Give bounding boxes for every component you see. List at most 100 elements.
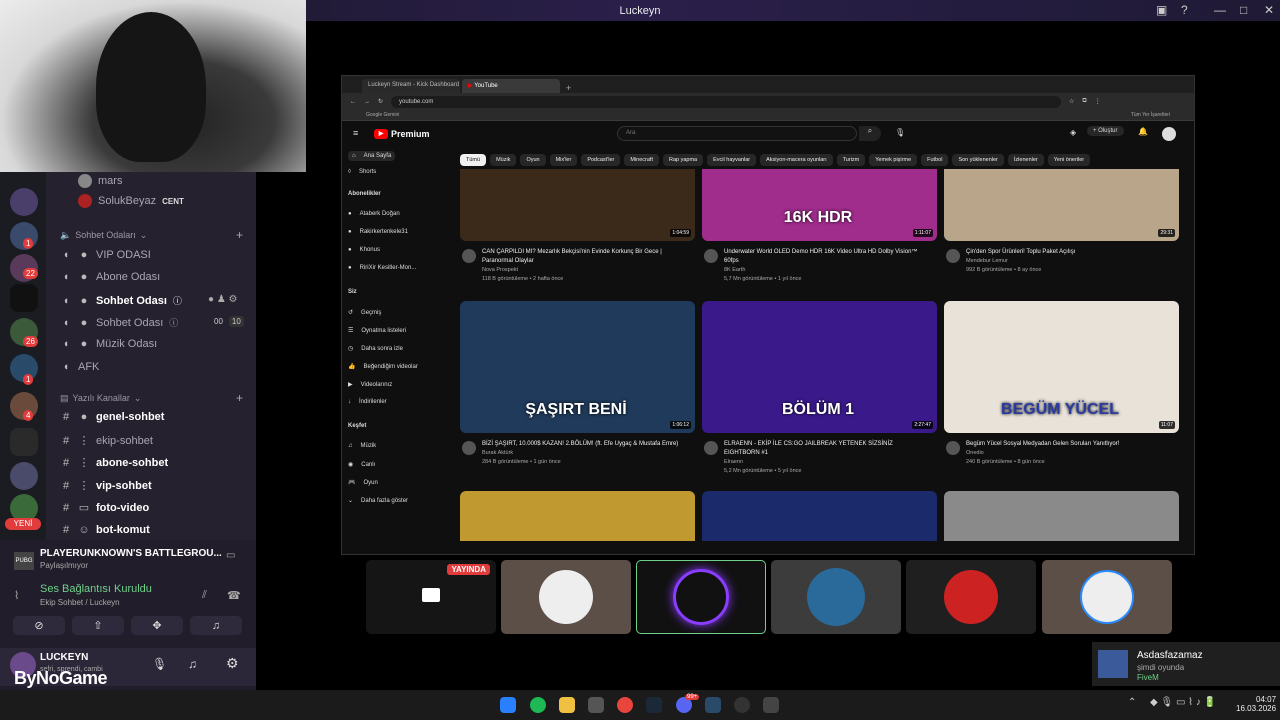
video-title[interactable]: Çin'den Spor Ürünleri! Toplu Paket Açılı…	[966, 248, 1171, 257]
voice-status-title[interactable]: Ses Bağlantısı Kuruldu	[40, 583, 152, 595]
sidebar-item[interactable]: ● Rakirkertenkele31	[348, 229, 408, 235]
video-title[interactable]: Underwater World OLED Demo HDR 16K Video…	[724, 248, 929, 266]
sidebar-item[interactable]: ↓ İndirilenler	[348, 399, 387, 405]
voice-user[interactable]: SolukBeyaz CENT	[78, 194, 184, 208]
disconnect-icon[interactable]: ☎	[227, 589, 241, 602]
sidebar-item[interactable]: ● Khonus	[348, 247, 380, 253]
server-icon[interactable]	[10, 284, 38, 312]
filter-chip[interactable]: Oyun	[520, 154, 546, 166]
search-button[interactable]: ⌕	[859, 126, 881, 141]
start-icon[interactable]	[500, 697, 516, 713]
bell-icon[interactable]: 🔔	[1138, 127, 1148, 136]
filter-chip[interactable]: Futbol	[921, 154, 949, 166]
soundboard-button[interactable]: ♫	[190, 616, 242, 635]
filter-chip[interactable]: Tümü	[460, 154, 487, 166]
sidebar-item[interactable]: ◷ Daha sonra izle	[348, 345, 403, 353]
url-field[interactable]: youtube.com	[391, 95, 1062, 108]
text-channel[interactable]: # ● genel-sohbet	[60, 411, 165, 423]
inbox-icon[interactable]: ▣	[1156, 3, 1167, 17]
headphones-icon[interactable]: ♫	[188, 657, 197, 671]
video-thumbnail[interactable]	[944, 491, 1179, 541]
server-icon[interactable]	[10, 428, 38, 456]
stream-tile[interactable]: YAYINDA	[366, 560, 496, 634]
chrome-icon[interactable]	[617, 697, 633, 713]
spotify-icon[interactable]	[530, 697, 546, 713]
filter-chip[interactable]: Turizm	[836, 154, 866, 166]
maximize-button[interactable]: □	[1240, 3, 1247, 17]
bookmark-item[interactable]: Google Gemini	[366, 112, 399, 118]
filter-chip[interactable]: Yeni öneriler	[1047, 154, 1091, 166]
video-thumbnail[interactable]: 29:31	[944, 169, 1179, 241]
extensions-icon[interactable]: ⧉	[1082, 98, 1086, 105]
participant-tile[interactable]	[906, 560, 1036, 634]
app-icon[interactable]	[705, 697, 721, 713]
menu-icon[interactable]: ⋮	[1095, 98, 1101, 105]
video-thumbnail[interactable]: ŞAŞIRT BENİ 1:06:12	[460, 301, 695, 433]
tray-chevron-icon[interactable]: ⌃	[1128, 697, 1136, 708]
tray-icons[interactable]: ◆ 🎙 ▭ ⌇ ♪ 🔋	[1150, 697, 1216, 708]
create-button[interactable]: + Oluştur	[1087, 126, 1124, 136]
participant-tile[interactable]	[636, 560, 766, 634]
video-card[interactable]: BÖLÜM 1 2:27:47 ELRAENN - EKİP İLE CS:GO J…	[702, 301, 937, 476]
tab-youtube[interactable]: ▶ YouTube	[462, 79, 560, 93]
video-channel[interactable]: 8K Earth	[724, 266, 937, 275]
text-channel[interactable]: # ▭ foto-video	[60, 501, 149, 515]
video-thumbnail[interactable]	[460, 491, 695, 541]
microphone-icon[interactable]: 🎙	[895, 128, 905, 137]
back-icon[interactable]: ←	[350, 99, 356, 105]
video-card[interactable]	[460, 491, 695, 541]
avatar[interactable]	[1162, 127, 1176, 141]
all-bookmarks[interactable]: Tüm Yer İşaretleri	[1131, 112, 1170, 118]
server-icon[interactable]	[10, 188, 38, 216]
filter-chip[interactable]: Son yüklenenler	[952, 154, 1004, 166]
sidebar-item[interactable]: ● Ataberk Doğan	[348, 211, 400, 217]
text-channel[interactable]: # ⋮ abone-sohbet	[60, 456, 168, 470]
filter-chip[interactable]: Yemek pişirme	[869, 154, 918, 166]
new-tab-icon[interactable]: +	[566, 83, 571, 93]
camera-off-button[interactable]: ⊘	[13, 616, 65, 635]
app-icon[interactable]	[763, 697, 779, 713]
sidebar-item[interactable]: ◉ Canlı	[348, 461, 375, 469]
video-thumbnail[interactable]: LOGAN PAUL İLE BİR GÜN (HORON,ANKARA HAV…	[702, 491, 937, 541]
channel-avatar[interactable]	[946, 441, 960, 455]
voice-channel[interactable]: ◖ ● Sohbet Odası ⓘ	[60, 316, 179, 329]
activity-notification[interactable]: Asdasfazamaz şimdi oyunda FiveM	[1092, 642, 1280, 686]
video-card[interactable]: BEGÜM YÜCEL 11:07 Begüm Yücel Sosyal Medya…	[944, 301, 1179, 467]
filter-chip[interactable]: Aksiyon-macera oyunları	[760, 154, 833, 166]
channel-avatar[interactable]	[462, 441, 476, 455]
text-channel[interactable]: # ⋮ vip-sohbet	[60, 479, 152, 493]
text-channel[interactable]: # ⋮ ekip-sohbet	[60, 434, 153, 448]
sidebar-item[interactable]: ◊ Shorts	[348, 169, 376, 175]
category-text[interactable]: ▤ Yazılı Kanallar ⌄	[60, 393, 141, 404]
category-voice[interactable]: 🔈 Sohbet Odaları ⌄	[60, 230, 147, 241]
help-icon[interactable]: ?	[1181, 3, 1188, 17]
microphone-icon[interactable]: 🎙	[152, 657, 167, 671]
gear-icon[interactable]: ⚙	[226, 655, 239, 672]
sidebar-heading[interactable]: Siz	[348, 289, 357, 295]
participant-tile[interactable]	[771, 560, 901, 634]
add-channel-icon[interactable]: +	[236, 391, 243, 405]
video-card[interactable]: 16K HDR 1:11:07 Underwater World OLED Demo…	[702, 169, 937, 284]
cast-icon[interactable]: ◈	[1070, 128, 1076, 137]
minimize-button[interactable]: —	[1214, 3, 1226, 17]
filter-chip[interactable]: İzlenenler	[1007, 154, 1044, 166]
forward-icon[interactable]: →	[364, 99, 370, 105]
voice-user[interactable]: mars	[78, 174, 122, 188]
sidebar-item[interactable]: ⌄ Daha fazla göster	[348, 497, 408, 505]
voice-channel[interactable]: ◖ ● VIP ODASI	[60, 249, 151, 261]
voice-channel[interactable]: ◖ AFK	[60, 361, 100, 373]
sidebar-heading[interactable]: Keşfet	[348, 423, 366, 429]
channel-avatar[interactable]	[946, 249, 960, 263]
sidebar-item[interactable]: ● RiriXir Kesitler-Mon...	[348, 265, 416, 271]
video-title[interactable]: CAN ÇARPILDI MI? Mezarlık Bekçisi'nin Ev…	[482, 248, 687, 266]
sidebar-item[interactable]: ↺ Geçmiş	[348, 309, 381, 317]
video-card[interactable]: ŞAŞIRT BENİ 1:06:12 BİZİ ŞAŞIRT, 10.000$ K…	[460, 301, 695, 467]
sidebar-item[interactable]: 👍 Beğendiğim videolar	[348, 363, 418, 371]
video-channel[interactable]: Mendebur Lemur	[966, 257, 1179, 266]
filter-chip[interactable]: Mix'ler	[549, 154, 578, 166]
filter-chip[interactable]: Podcast'ler	[581, 154, 621, 166]
video-title[interactable]: ELRAENN - EKİP İLE CS:GO JAILBREAK YETEN…	[724, 440, 929, 458]
video-card[interactable]: 1:04:59 CAN ÇARPILDI MI? Mezarlık Bekçisi…	[460, 169, 695, 284]
video-card[interactable]: 29:31 Çin'den Spor Ürünleri! Toplu Paket …	[944, 169, 1179, 275]
steam-icon[interactable]	[646, 697, 662, 713]
